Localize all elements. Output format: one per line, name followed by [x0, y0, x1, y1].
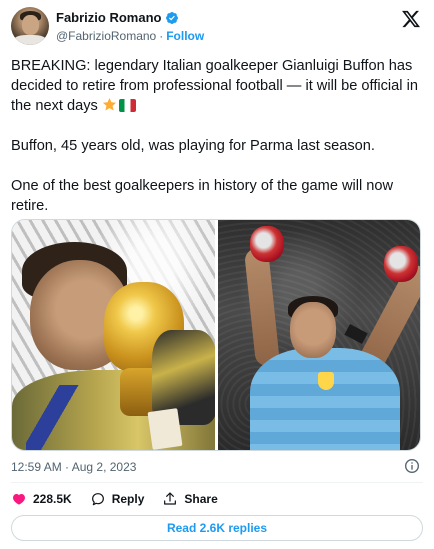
divider	[11, 482, 423, 483]
tweet-header: Fabrizio Romano @FabrizioRomano · Follow	[11, 7, 423, 47]
photo-buffon-kissing-world-cup[interactable]	[12, 220, 215, 450]
tweet-actions: 228.5K Reply Share	[11, 489, 218, 509]
verified-badge-icon	[166, 11, 179, 24]
reply-icon	[91, 493, 104, 506]
tweet-text: BREAKING: legendary Italian goalkeeper G…	[11, 56, 423, 216]
author-name[interactable]: Fabrizio Romano	[56, 10, 161, 25]
like-count: 228.5K	[33, 492, 72, 506]
share-icon	[164, 492, 177, 505]
author-name-row: Fabrizio Romano	[56, 10, 179, 25]
star-emoji-icon	[102, 97, 116, 111]
share-label: Share	[184, 492, 218, 506]
heart-icon	[13, 493, 25, 505]
share-button[interactable]: Share	[162, 491, 218, 507]
author-handle[interactable]: @FabrizioRomano	[56, 29, 156, 43]
like-button[interactable]: 228.5K	[11, 491, 72, 507]
tweet-paragraph-3: One of the best goalkeepers in history o…	[11, 178, 394, 214]
tweet-paragraph-2: Buffon, 45 years old, was playing for Pa…	[11, 138, 375, 154]
x-logo-icon[interactable]	[401, 9, 421, 29]
author-handle-row: @FabrizioRomano · Follow	[56, 29, 204, 43]
info-icon[interactable]	[404, 458, 420, 474]
italy-flag-icon	[118, 99, 136, 112]
tweet-paragraph-1: BREAKING: legendary Italian goalkeeper G…	[11, 56, 423, 116]
tweet-card: Fabrizio Romano @FabrizioRomano · Follow…	[0, 0, 434, 549]
reply-button[interactable]: Reply	[90, 491, 145, 507]
tweet-media	[11, 219, 421, 451]
photo-buffon-parma-celebration[interactable]	[217, 220, 420, 450]
tweet-paragraph-1-text: BREAKING: legendary Italian goalkeeper G…	[11, 58, 418, 114]
follow-button[interactable]: Follow	[166, 29, 204, 43]
author-avatar[interactable]	[11, 7, 49, 45]
tweet-timestamp[interactable]: 12:59 AM · Aug 2, 2023	[11, 460, 136, 474]
read-replies-button[interactable]: Read 2.6K replies	[11, 515, 423, 541]
handle-separator: ·	[159, 29, 164, 43]
reply-label: Reply	[111, 492, 145, 506]
